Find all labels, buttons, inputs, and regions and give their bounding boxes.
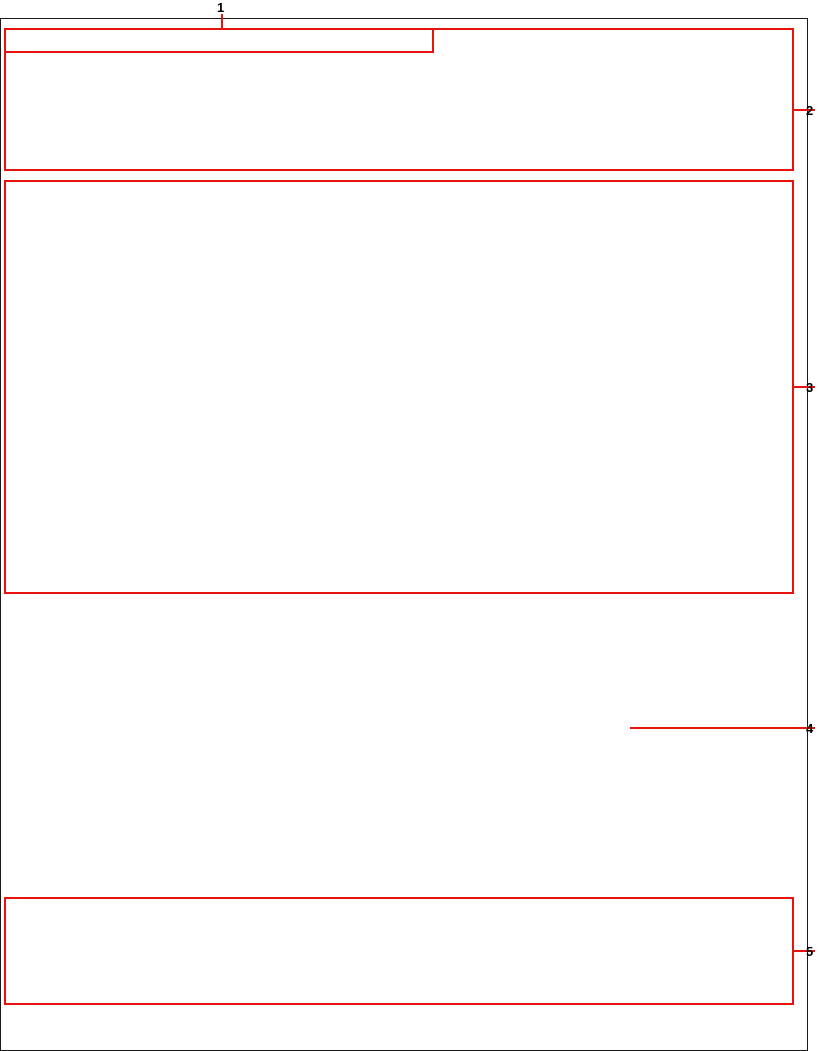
annotation-number-5: 5	[806, 944, 814, 959]
annotation-number-1: 1	[217, 0, 225, 15]
page-frame	[0, 18, 808, 1051]
annotation-leader-1	[221, 14, 223, 29]
annotation-number-3: 3	[806, 380, 814, 395]
annotation-number-2: 2	[806, 103, 814, 118]
annotation-number-4: 4	[806, 721, 814, 736]
annotation-leader-4	[630, 727, 815, 729]
